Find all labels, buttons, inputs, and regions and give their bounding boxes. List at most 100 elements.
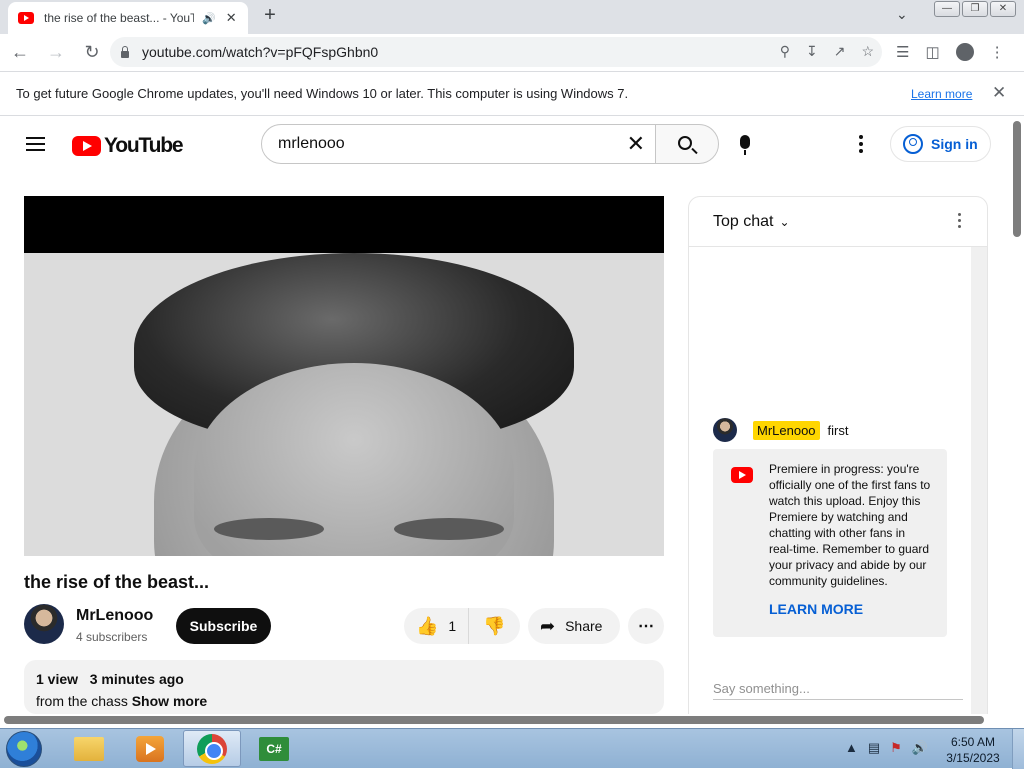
tab-strip: the rise of the beast... - YouTube 🔊 ✕ +… [0, 0, 1024, 34]
update-infobar: To get future Google Chrome updates, you… [0, 71, 1024, 116]
chat-header: Top chat ⌄ [689, 197, 987, 247]
search-query[interactable]: mrlenooo [278, 135, 345, 153]
windows-taskbar: C# ▲ ▤ ⚑ 🔊 6:50 AM 3/15/2023 [0, 728, 1024, 769]
video-title: the rise of the beast... [24, 572, 210, 592]
video-left-brow [214, 518, 324, 540]
chat-scrollbar[interactable] [971, 247, 987, 715]
back-button[interactable]: ← [4, 37, 36, 69]
profile-icon[interactable] [955, 43, 974, 61]
search-icon [678, 136, 692, 150]
side-panel-icon[interactable]: ◫ [925, 43, 939, 61]
channel-name[interactable]: MrLenooo [76, 607, 153, 625]
reload-button[interactable]: ↻ [76, 37, 108, 69]
volume-icon[interactable]: 🔊 [912, 740, 928, 756]
share-button[interactable]: ➦ Share [528, 608, 620, 644]
tab-search-icon[interactable]: ⌄ [896, 6, 908, 23]
chat-message[interactable]: MrLenooo first [713, 418, 849, 442]
channel-avatar[interactable] [24, 604, 64, 644]
address-bar[interactable]: youtube.com/watch?v=pFQFspGhbn0 ⚲ ↧ ↗ ☆ [110, 37, 882, 67]
share-arrow-icon: ➦ [540, 615, 556, 636]
media-player-icon [136, 735, 164, 762]
vertical-scroll-thumb[interactable] [1013, 121, 1021, 237]
youtube-header: YouTube mrlenooo ✕ Sign in [0, 117, 1010, 173]
restore-button[interactable]: ❐ [962, 1, 988, 17]
clock-date: 3/15/2023 [946, 751, 1000, 765]
show-more-link[interactable]: Show more [132, 693, 207, 709]
youtube-wordmark: YouTube [104, 134, 184, 157]
action-center-icon[interactable]: ⚑ [890, 740, 902, 756]
bookmark-star-icon[interactable]: ☆ [861, 43, 874, 60]
premiere-notice: Premiere in progress: you're officially … [713, 449, 947, 637]
description-box[interactable]: 1 view 3 minutes ago from the chass Show… [24, 660, 664, 714]
browser-tab[interactable]: the rise of the beast... - YouTube 🔊 ✕ [8, 2, 248, 34]
video-right-brow [394, 518, 504, 540]
video-player[interactable] [24, 196, 664, 556]
tab-close-icon[interactable]: ✕ [226, 10, 237, 26]
page-vertical-scrollbar[interactable] [1010, 117, 1024, 714]
video-frame [24, 253, 664, 556]
taskbar-clock[interactable]: 6:50 AM 3/15/2023 [938, 734, 1008, 766]
search-button[interactable] [655, 124, 719, 164]
chat-author-avatar [713, 418, 737, 442]
minimize-button[interactable]: — [934, 1, 960, 17]
account-icon [903, 134, 923, 154]
chat-author-name[interactable]: MrLenooo [753, 420, 820, 440]
sign-in-button[interactable]: Sign in [890, 126, 991, 162]
youtube-favicon-icon [18, 12, 34, 24]
clock-time: 6:50 AM [950, 735, 996, 749]
view-count: 1 view [36, 671, 79, 687]
sign-in-label: Sign in [931, 136, 978, 152]
clear-search-icon[interactable]: ✕ [627, 131, 645, 157]
install-app-icon[interactable]: ↧ [806, 43, 818, 60]
top-chat-dropdown[interactable]: Top chat [713, 213, 773, 231]
show-hidden-icons-icon[interactable]: ▲ [845, 740, 858, 756]
live-chat-panel: Top chat ⌄ MrLenooo first Premiere in pr… [688, 196, 988, 716]
tab-title: the rise of the beast... - YouTube [44, 11, 194, 25]
media-controls-icon[interactable]: ☰ [896, 43, 909, 61]
voice-search-icon[interactable] [740, 135, 750, 155]
window-close-button[interactable]: ✕ [990, 1, 1016, 17]
lock-icon[interactable] [120, 46, 130, 58]
csharp-icon: C# [259, 736, 289, 761]
url-text[interactable]: youtube.com/watch?v=pFQFspGhbn0 [142, 44, 378, 60]
audio-playing-icon[interactable]: 🔊 [202, 12, 216, 25]
video-meta: 1 view 3 minutes ago [36, 671, 652, 687]
share-icon[interactable]: ↗ [834, 43, 846, 60]
like-button[interactable]: 👍 1 [404, 608, 468, 644]
search-input[interactable]: mrlenooo ✕ [261, 124, 656, 164]
notice-learn-more-link[interactable]: LEARN MORE [769, 601, 931, 617]
share-label: Share [565, 618, 603, 634]
show-desktop-button[interactable] [1012, 729, 1024, 769]
chat-menu-icon[interactable] [958, 213, 961, 231]
taskbar-explorer[interactable] [60, 730, 118, 767]
taskbar-chrome[interactable] [183, 730, 241, 767]
youtube-play-icon [72, 136, 101, 156]
settings-menu-icon[interactable] [859, 135, 863, 156]
dislike-button[interactable]: 👎 [468, 608, 520, 644]
taskbar-media-player[interactable] [121, 730, 179, 767]
infobar-close-icon[interactable]: ✕ [992, 83, 1006, 103]
youtube-logo[interactable]: YouTube [72, 134, 184, 158]
page-horizontal-scrollbar[interactable] [0, 714, 1024, 727]
guide-menu-icon[interactable] [26, 137, 45, 151]
zoom-search-icon[interactable]: ⚲ [780, 43, 790, 60]
infobar-learn-more-link[interactable]: Learn more [911, 87, 972, 101]
taskbar-csharp[interactable]: C# [245, 730, 303, 767]
subscriber-count: 4 subscribers [76, 630, 148, 644]
new-tab-button[interactable]: + [258, 4, 282, 27]
description-text: from the chass [36, 693, 128, 709]
thumbs-up-icon: 👍 [416, 615, 439, 636]
chrome-menu-icon[interactable]: ⋮ [990, 43, 1005, 61]
chevron-down-icon[interactable]: ⌄ [779, 215, 789, 229]
forward-button[interactable]: → [40, 37, 72, 69]
like-count: 1 [448, 618, 457, 634]
chat-input[interactable]: Say something... [713, 681, 963, 700]
infobar-message: To get future Google Chrome updates, you… [16, 86, 629, 101]
more-actions-button[interactable]: ⋯ [628, 608, 664, 644]
publish-time: 3 minutes ago [89, 671, 184, 687]
subscribe-button[interactable]: Subscribe [176, 608, 271, 644]
network-icon[interactable]: ▤ [868, 740, 880, 756]
youtube-icon [731, 467, 753, 483]
start-button[interactable] [6, 731, 42, 767]
horizontal-scroll-thumb[interactable] [4, 716, 984, 724]
